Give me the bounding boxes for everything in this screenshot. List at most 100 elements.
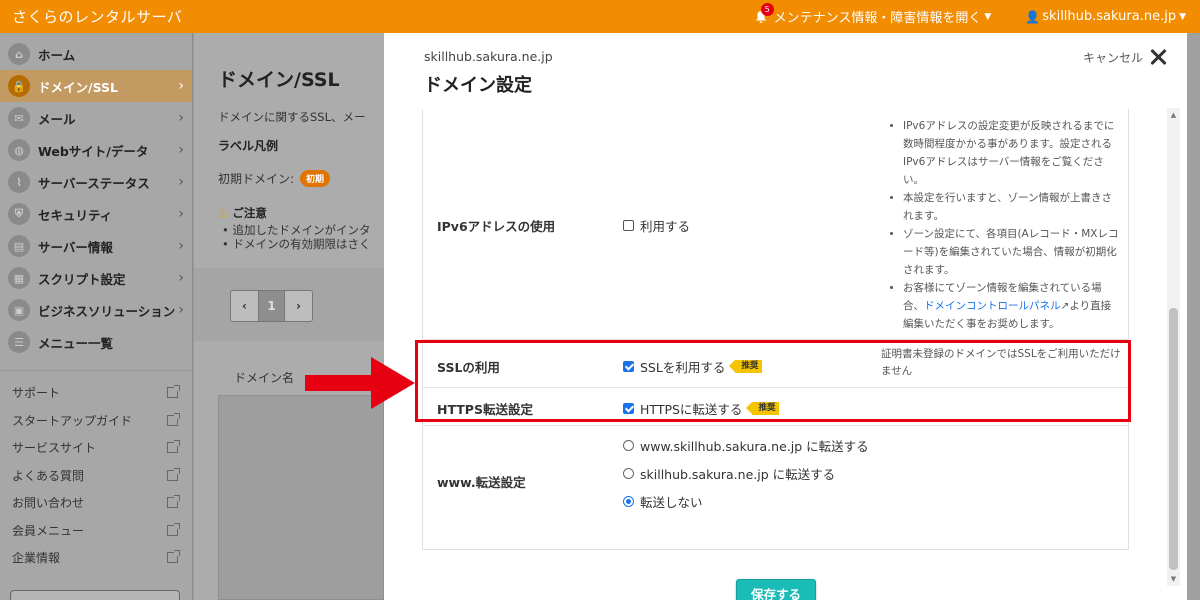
caution-list: • 追加したドメインがインタ • ドメインの有効期限はさく <box>222 223 370 251</box>
sidebar-link-label: サービスサイト <box>12 441 97 456</box>
sidebar-item-mail[interactable]: ✉ メール › <box>0 102 192 134</box>
briefcase-icon: ▣ <box>8 299 30 321</box>
mail-icon: ✉ <box>8 107 30 129</box>
chevron-right-icon: › <box>178 302 184 318</box>
ipv6-note: IPv6アドレスの設定変更が反映されるまでに数時間程度かかる事があります。設定さ… <box>903 117 1121 189</box>
chevron-right-icon: › <box>178 142 184 158</box>
external-link-icon <box>167 495 180 509</box>
sidebar-link-label: お問い合わせ <box>12 496 85 511</box>
external-link-icon <box>167 522 180 536</box>
modal-scrollbar[interactable]: ▲ ▼ <box>1167 108 1180 586</box>
www-radio-option-2[interactable]: skillhub.sakura.ne.jp に転送する <box>623 464 835 483</box>
shield-icon: ⛨ <box>8 203 30 225</box>
warning-icon: ⚠ <box>218 206 229 220</box>
external-link-icon <box>167 385 180 399</box>
domain-control-panel-link[interactable]: ドメインコントロールパネル <box>924 300 1061 312</box>
sidebar-item-label: ドメイン/SSL <box>38 79 118 95</box>
chevron-right-icon: › <box>178 110 184 126</box>
chevron-right-icon: › <box>178 206 184 222</box>
maintenance-link[interactable]: 5 メンテナンス情報・障害情報を開く ▼ <box>754 2 991 26</box>
sidebar-bottom-button[interactable] <box>10 590 180 600</box>
caution-text: ドメインの有効期限はさく <box>232 237 371 251</box>
www-option-label: skillhub.sakura.ne.jp に転送する <box>640 467 836 482</box>
scroll-down-icon[interactable]: ▼ <box>1167 572 1180 586</box>
sidebar-item-server-info[interactable]: ▤ サーバー情報 › <box>0 230 192 262</box>
ipv6-label: IPv6アドレスの使用 <box>437 219 556 234</box>
sidebar-item-home[interactable]: ⌂ ホーム <box>0 38 192 70</box>
ipv6-checkbox-option[interactable]: 利用する <box>623 216 690 235</box>
ipv6-option-label: 利用する <box>640 219 691 234</box>
header-right: 5 メンテナンス情報・障害情報を開く ▼ 👤 skillhub.sakura.n… <box>754 0 1200 33</box>
chevron-right-icon: › <box>178 78 184 94</box>
sidebar-item-label: セキュリティ <box>38 207 113 223</box>
sidebar-link-label: 会員メニュー <box>12 523 85 538</box>
sidebar-divider <box>0 370 192 371</box>
initial-domain-label: 初期ドメイン: <box>218 172 295 186</box>
domain-settings-modal: skillhub.sakura.ne.jp ドメイン設定 キャンセル IPv6ア… <box>384 33 1187 600</box>
maintenance-label: メンテナンス情報・障害情報を開く <box>773 11 982 26</box>
sidebar-item-server-status[interactable]: ⌇ サーバーステータス › <box>0 166 192 198</box>
www-radio[interactable] <box>623 496 634 507</box>
user-label: skillhub.sakura.ne.jp <box>1042 9 1177 24</box>
sidebar-item-label: ホーム <box>38 47 76 63</box>
modal-subtitle: skillhub.sakura.ne.jp <box>424 49 553 64</box>
user-menu[interactable]: 👤 skillhub.sakura.ne.jp ▼ <box>1025 9 1186 24</box>
external-link-icon <box>167 412 180 426</box>
list-icon: ☰ <box>8 331 30 353</box>
www-option-label: www.skillhub.sakura.ne.jp に転送する <box>640 439 869 454</box>
sidebar-link-service-site[interactable]: サービスサイト <box>0 434 192 462</box>
modal-title: ドメイン設定 <box>424 75 532 96</box>
sidebar-link-label: よくある質問 <box>12 468 85 483</box>
settings-form: IPv6アドレスの使用 利用する IPv6アドレスの設定変更が反映されるまでに数… <box>422 109 1129 550</box>
sidebar-link-member-menu[interactable]: 会員メニュー <box>0 517 192 545</box>
caution-text: 追加したドメインがインタ <box>232 223 371 237</box>
initial-tag: 初期 <box>300 170 331 187</box>
prev-page-button[interactable]: ‹ <box>231 291 258 321</box>
sidebar-link-label: スタートアップガイド <box>12 413 133 428</box>
sidebar-link-faq[interactable]: よくある質問 <box>0 462 192 490</box>
top-header: さくらのレンタルサーバ 5 メンテナンス情報・障害情報を開く ▼ 👤 skill… <box>0 0 1200 33</box>
domain-table <box>218 395 384 600</box>
www-radio-option-3[interactable]: 転送しない <box>623 492 703 511</box>
save-button[interactable]: 保存する <box>736 579 816 600</box>
external-link-icon <box>167 440 180 454</box>
sidebar-link-startup-guide[interactable]: スタートアップガイド <box>0 407 192 435</box>
www-radio[interactable] <box>623 440 634 451</box>
ipv6-checkbox[interactable] <box>623 220 634 231</box>
sidebar-item-script[interactable]: ▦ スクリプト設定 › <box>0 262 192 294</box>
www-radio[interactable] <box>623 468 634 479</box>
page-title: ドメイン/SSL <box>218 69 340 91</box>
page-number-button[interactable]: 1 <box>258 291 285 321</box>
external-link-icon <box>167 467 180 481</box>
external-link-icon: ↗ <box>1060 300 1070 312</box>
label-legend-heading: ラベル凡例 <box>218 139 279 153</box>
chevron-right-icon: › <box>178 270 184 286</box>
close-icon <box>1149 48 1167 66</box>
cancel-button[interactable]: キャンセル <box>1083 48 1167 66</box>
www-row: www.転送設定 www.skillhub.sakura.ne.jp に転送する… <box>423 426 1128 550</box>
sidebar-item-website[interactable]: ◍ Webサイト/データ › <box>0 134 192 166</box>
scroll-up-icon[interactable]: ▲ <box>1167 108 1180 122</box>
external-link-icon <box>167 550 180 564</box>
pagination: ‹ 1 › <box>230 290 313 322</box>
sidebar-item-security[interactable]: ⛨ セキュリティ › <box>0 198 192 230</box>
sidebar-link-contact[interactable]: お問い合わせ <box>0 489 192 517</box>
caution-item: • ドメインの有効期限はさく <box>222 237 371 251</box>
brand-logo[interactable]: さくらのレンタルサーバ <box>0 6 182 27</box>
sidebar-item-label: Webサイト/データ <box>38 143 149 159</box>
next-page-button[interactable]: › <box>285 291 312 321</box>
scrollbar-thumb[interactable] <box>1169 308 1178 570</box>
www-option-label: 転送しない <box>640 495 703 510</box>
red-arrow-icon <box>305 357 415 409</box>
sidebar-link-support[interactable]: サポート <box>0 379 192 407</box>
sidebar-item-label: メール <box>38 111 76 127</box>
www-radio-option-1[interactable]: www.skillhub.sakura.ne.jp に転送する <box>623 436 869 455</box>
chevron-down-icon: ▼ <box>1179 11 1186 22</box>
sidebar-item-menu-list[interactable]: ☰ メニュー一覧 <box>0 326 192 358</box>
ipv6-note: ゾーン設定にて、各項目(Aレコード・MXレコード等)を編集されていた場合、情報が… <box>903 225 1121 279</box>
sidebar-item-domain-ssl[interactable]: 🔒 ドメイン/SSL › <box>0 70 192 102</box>
sidebar-link-company[interactable]: 企業情報 <box>0 544 192 572</box>
page-scrollbar[interactable] <box>1187 33 1200 600</box>
highlight-box <box>415 340 1131 422</box>
sidebar-item-business[interactable]: ▣ ビジネスソリューション › <box>0 294 192 326</box>
